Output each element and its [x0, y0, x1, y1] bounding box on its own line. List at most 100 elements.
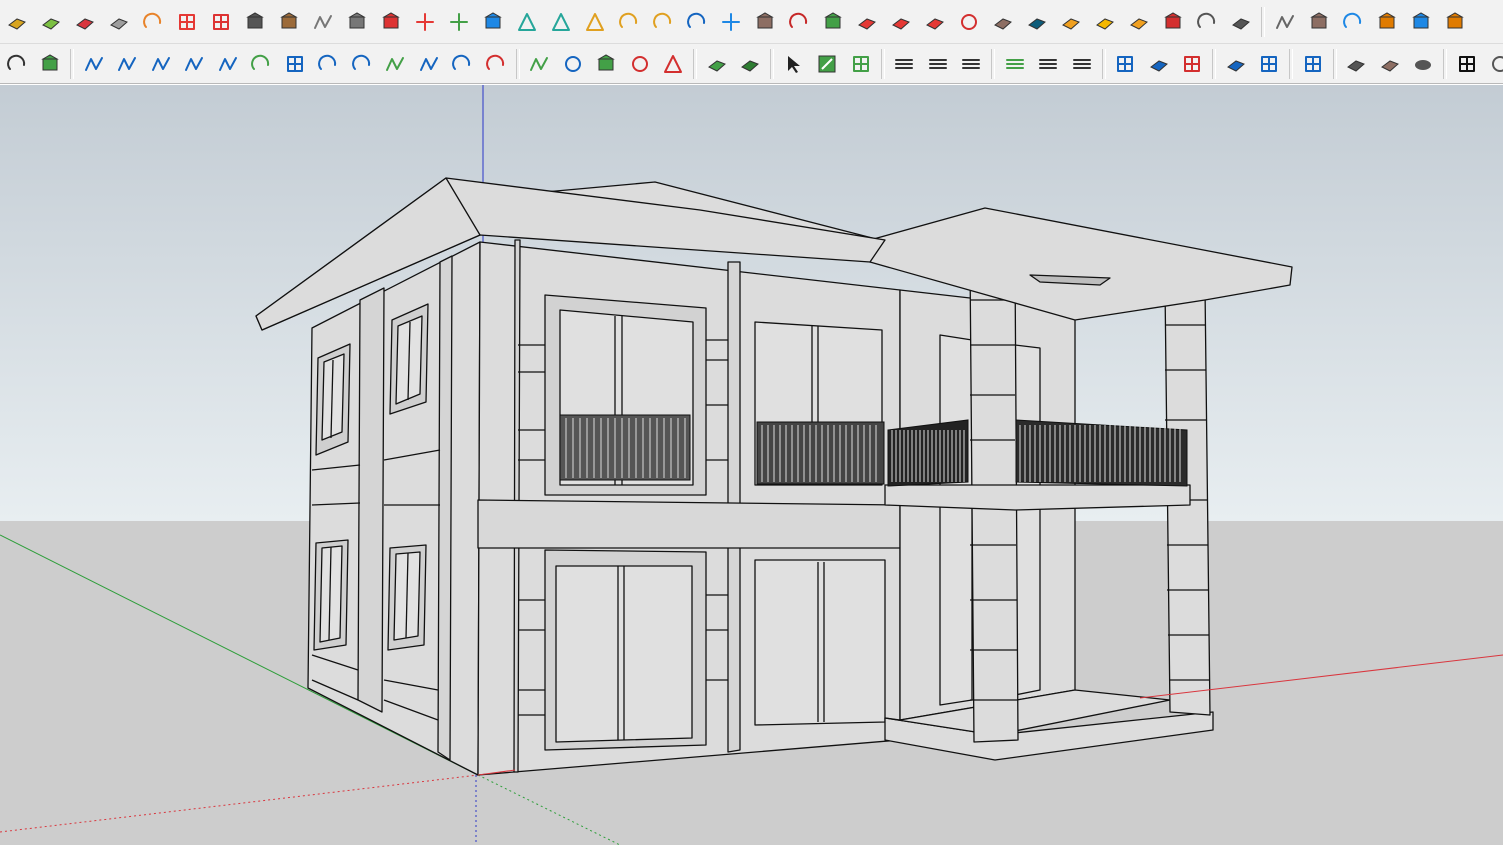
pyramid-button[interactable] [578, 0, 612, 43]
leaf-shape-button[interactable] [34, 44, 68, 83]
frame-icon [1026, 11, 1048, 33]
arc-dots-button[interactable] [1190, 0, 1224, 43]
scale-faces-button[interactable] [884, 0, 918, 43]
spiral-circle-button[interactable] [312, 44, 346, 83]
dash-plus-button[interactable] [1032, 44, 1066, 83]
zoom-extents-icon [816, 53, 838, 75]
align-lines-button[interactable] [888, 44, 922, 83]
dash-minus-button[interactable] [1065, 44, 1099, 83]
dotted-icon [1489, 53, 1503, 75]
scatter-blue-button[interactable] [476, 0, 510, 43]
offset-button[interactable] [340, 0, 374, 43]
bend-button[interactable] [646, 0, 680, 43]
toolbar-separator [1212, 48, 1216, 79]
toolbar-separator [1332, 48, 1337, 79]
twist-button[interactable] [680, 0, 714, 43]
orange-grid-button[interactable] [1054, 0, 1088, 43]
table-button[interactable] [204, 0, 238, 43]
window-grid-button[interactable] [1219, 44, 1253, 83]
flag-button[interactable] [238, 0, 272, 43]
checker-button[interactable] [1450, 44, 1484, 83]
frame-button[interactable] [1020, 0, 1054, 43]
polygon-button[interactable] [556, 44, 590, 83]
tape-button[interactable] [306, 0, 340, 43]
offset-icon [346, 11, 368, 33]
house-blue-button[interactable] [1404, 0, 1438, 43]
section-grid-button[interactable] [1142, 44, 1176, 83]
polyline-button[interactable] [111, 44, 145, 83]
section-x-button[interactable] [1109, 44, 1143, 83]
hook-icon [418, 53, 440, 75]
align-minus-button[interactable] [955, 44, 989, 83]
move-cross-red-button[interactable] [408, 0, 442, 43]
move-cross-green-button[interactable] [442, 0, 476, 43]
axes-button[interactable] [714, 0, 748, 43]
dash-green-button[interactable] [998, 44, 1032, 83]
dimension-button[interactable] [1302, 0, 1336, 43]
pyramid-icon [584, 11, 606, 33]
box-component-button[interactable] [272, 0, 306, 43]
arc-green-button[interactable] [245, 44, 279, 83]
tiles-button[interactable] [1340, 44, 1374, 83]
dotted-button[interactable] [1484, 44, 1503, 83]
bezier-button[interactable] [77, 44, 111, 83]
yellow-grid-button[interactable] [1088, 0, 1122, 43]
section-plane-button[interactable] [170, 0, 204, 43]
model-viewport[interactable] [0, 85, 1503, 845]
section-red-button[interactable] [1176, 44, 1210, 83]
red-dot-button[interactable] [952, 0, 986, 43]
rotate-faces-button[interactable] [850, 0, 884, 43]
shape-green-button[interactable] [816, 0, 850, 43]
curve-points-button[interactable] [374, 0, 408, 43]
align-plus-button[interactable] [921, 44, 955, 83]
split-faces-button[interactable] [918, 0, 952, 43]
grid-face-button[interactable] [102, 0, 136, 43]
orange-grid2-button[interactable] [1122, 0, 1156, 43]
bridge-button[interactable] [211, 44, 245, 83]
zoom-extents-button[interactable] [811, 44, 845, 83]
tiles-brown-button[interactable] [1373, 44, 1407, 83]
arc-blue-button[interactable] [345, 44, 379, 83]
split-faces-icon [924, 11, 946, 33]
push-face-button[interactable] [34, 0, 68, 43]
zoom-window-button[interactable] [844, 44, 878, 83]
twist-icon [686, 11, 708, 33]
house-model-scene[interactable] [0, 85, 1503, 845]
select-cursor-button[interactable] [777, 44, 811, 83]
toolbar-top [0, 0, 1503, 44]
explode-button[interactable] [1156, 0, 1190, 43]
zigzag-green-button[interactable] [379, 44, 413, 83]
triangle-red-button[interactable] [657, 44, 691, 83]
line-green-button[interactable] [523, 44, 557, 83]
ellipse-red-button[interactable] [623, 44, 657, 83]
extrude-button[interactable] [748, 0, 782, 43]
arc-red-button[interactable] [479, 44, 513, 83]
rectangle-button[interactable] [278, 44, 312, 83]
curl-button[interactable] [446, 44, 480, 83]
follow-me-button[interactable] [136, 0, 170, 43]
undo-loop-button[interactable] [782, 0, 816, 43]
polygon-icon [562, 53, 584, 75]
hook-button[interactable] [412, 44, 446, 83]
window-diag-button[interactable] [1296, 44, 1330, 83]
cone-button[interactable] [510, 0, 544, 43]
arc-blue-icon [351, 53, 373, 75]
edge-arc-button[interactable] [0, 44, 34, 83]
cube-grid-button[interactable] [986, 0, 1020, 43]
window-split-button[interactable] [1253, 44, 1287, 83]
spiral-button[interactable] [612, 0, 646, 43]
spline-button[interactable] [178, 44, 212, 83]
orbit-arrow-button[interactable] [1336, 0, 1370, 43]
surface-dark-button[interactable] [734, 44, 768, 83]
drop-button[interactable] [544, 0, 578, 43]
freehand-button[interactable] [144, 44, 178, 83]
wrench-button[interactable] [590, 44, 624, 83]
pencil-button[interactable] [1268, 0, 1302, 43]
cloud-button[interactable] [1407, 44, 1441, 83]
components-grid-button[interactable] [1224, 0, 1258, 43]
pen-box-button[interactable] [1438, 0, 1472, 43]
paint-bucket-button[interactable] [1370, 0, 1404, 43]
paint-face-button[interactable] [0, 0, 34, 43]
red-face-button[interactable] [68, 0, 102, 43]
surface-green-button[interactable] [700, 44, 734, 83]
